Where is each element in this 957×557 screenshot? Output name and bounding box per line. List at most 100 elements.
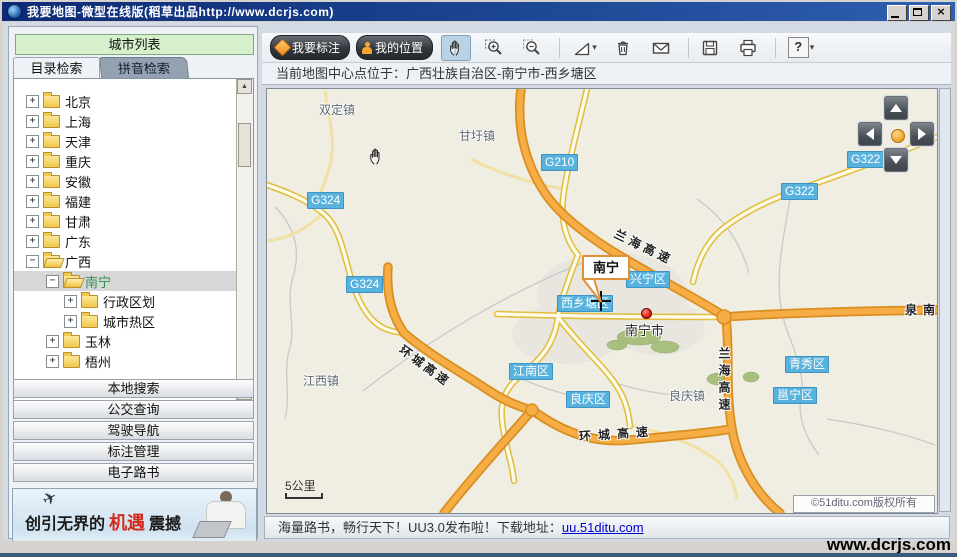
expand-icon[interactable]: + (26, 155, 39, 168)
toolbar-separator (559, 38, 560, 58)
download-link[interactable]: uu.51ditu.com (562, 520, 644, 535)
city-list-header: 城市列表 (15, 34, 254, 55)
district-badge-xingning: 兴宁区 (626, 271, 670, 288)
road-badge-g210: G210 (541, 154, 578, 171)
pan-right-button[interactable] (909, 121, 935, 147)
close-icon: × (932, 5, 950, 19)
bottom-accent-line (0, 553, 957, 557)
expand-icon[interactable]: + (26, 115, 39, 128)
pan-left-button[interactable] (857, 121, 883, 147)
tree-item-city-hotzones[interactable]: +城市热区 (14, 311, 237, 331)
folder-icon (43, 215, 60, 228)
maximize-button[interactable] (909, 5, 929, 21)
pan-hand-tool-button[interactable] (441, 35, 471, 61)
collapse-icon[interactable]: − (26, 255, 39, 268)
tree-scrollbar[interactable]: ▲ ▼ (236, 79, 253, 400)
city-point-marker[interactable] (641, 308, 652, 319)
airplane-icon: ✈ (39, 488, 61, 511)
folder-icon (43, 175, 60, 188)
tree-item-administrative-divisions[interactable]: +行政区划 (14, 291, 237, 311)
ad-banner[interactable]: ✈ 创引无界的机遇震撼 (12, 488, 257, 547)
print-button[interactable] (733, 35, 763, 61)
envelope-icon (651, 39, 671, 57)
tab-pinyin-search[interactable]: 拼音检索 (99, 57, 189, 78)
tree-item-guangxi[interactable]: −广西 (14, 251, 237, 271)
folder-icon (43, 115, 60, 128)
hand-cursor-icon (367, 145, 387, 167)
dropdown-arrow-icon[interactable]: ▾ (592, 42, 597, 53)
tree-item-nanning-selected[interactable]: −南宁 (14, 271, 237, 291)
expand-icon[interactable]: + (26, 135, 39, 148)
map-right-gutter (939, 88, 951, 512)
measure-distance-button[interactable]: ▾ (566, 35, 604, 61)
city-label-nanning-shi: 南宁市 (625, 320, 664, 339)
person-icon (362, 42, 372, 54)
district-badge-jiangnan: 江南区 (509, 363, 553, 380)
marker-icon (273, 38, 291, 56)
ruler-icon (573, 39, 591, 57)
close-button[interactable]: × (931, 5, 951, 21)
road-label-quannan: 泉南 (905, 301, 938, 318)
tree-item-tianjin[interactable]: +天津 (14, 131, 237, 151)
ad-slogan: 创引无界的机遇震撼 (25, 509, 181, 535)
zoom-in-tool-button[interactable] (479, 35, 509, 61)
expand-icon[interactable]: + (26, 235, 39, 248)
folder-icon (43, 95, 60, 108)
help-icon: ? (788, 37, 809, 58)
district-badge-yongning: 邕宁区 (773, 387, 817, 404)
pan-down-button[interactable] (883, 147, 909, 173)
expand-icon[interactable]: + (26, 175, 39, 188)
my-location-button[interactable]: 我的位置 (356, 35, 433, 60)
nanning-callout[interactable]: 南宁 (582, 255, 630, 280)
map-canvas[interactable]: G210 G322 G322 G324 G324 西乡塘区 兴宁区 江南区 良庆… (266, 88, 938, 514)
send-mail-button[interactable] (646, 35, 676, 61)
dropdown-arrow-icon[interactable]: ▾ (810, 42, 815, 53)
road-label-lanhai-expressway: 兰海高速 (716, 347, 733, 415)
save-button[interactable] (695, 35, 725, 61)
delete-button[interactable] (608, 35, 638, 61)
e-roadbook-button[interactable]: 电子路书 (13, 463, 254, 482)
local-search-button[interactable]: 本地搜索 (13, 379, 254, 398)
district-badge-qingxiu: 青秀区 (785, 356, 829, 373)
folder-icon (43, 155, 60, 168)
expand-icon[interactable]: + (64, 315, 77, 328)
expand-icon[interactable]: + (64, 295, 77, 308)
tree-item-shanghai[interactable]: +上海 (14, 111, 237, 131)
tree-item-fujian[interactable]: +福建 (14, 191, 237, 211)
tree-item-beijing[interactable]: +北京 (14, 91, 237, 111)
expand-icon[interactable]: + (26, 95, 39, 108)
tree-item-wuzhou[interactable]: +梧州 (14, 351, 237, 371)
help-button[interactable]: ? ▾ (782, 35, 820, 61)
folder-icon (63, 355, 80, 368)
tab-directory-search[interactable]: 目录检索 (13, 57, 100, 78)
zoom-out-tool-button[interactable] (517, 35, 547, 61)
annotate-button[interactable]: 我要标注 (270, 35, 350, 60)
scale-bar (285, 493, 323, 499)
bus-query-button[interactable]: 公交查询 (13, 400, 254, 419)
folder-icon (81, 295, 98, 308)
expand-icon[interactable]: + (26, 195, 39, 208)
right-arrow-icon (918, 128, 926, 140)
tree-item-chongqing[interactable]: +重庆 (14, 151, 237, 171)
expand-icon[interactable]: + (46, 355, 59, 368)
expand-icon[interactable]: + (26, 215, 39, 228)
expand-icon[interactable]: + (46, 335, 59, 348)
scroll-up-icon[interactable]: ▲ (237, 79, 252, 94)
folder-icon (43, 135, 60, 148)
road-badge-g324: G324 (346, 276, 383, 293)
tree-item-anhui[interactable]: +安徽 (14, 171, 237, 191)
folder-open-icon (43, 255, 60, 268)
driving-navigation-button[interactable]: 驾驶导航 (13, 421, 254, 440)
minimize-button[interactable] (887, 5, 907, 21)
town-label-shuangding: 双定镇 (319, 101, 355, 118)
tree-item-yulin[interactable]: +玉林 (14, 331, 237, 351)
center-dot-button[interactable] (891, 129, 905, 143)
map-navigation-pad (855, 95, 938, 179)
annotation-manage-button[interactable]: 标注管理 (13, 442, 254, 461)
collapse-icon[interactable]: − (46, 275, 59, 288)
city-tree: +北京 +上海 +天津 +重庆 +安徽 +福建 +甘肃 +广东 −广西 −南宁 … (13, 78, 254, 401)
tree-item-guangdong[interactable]: +广东 (14, 231, 237, 251)
pan-up-button[interactable] (883, 95, 909, 121)
tree-item-gansu[interactable]: +甘肃 (14, 211, 237, 231)
scrollbar-thumb[interactable] (238, 123, 251, 167)
